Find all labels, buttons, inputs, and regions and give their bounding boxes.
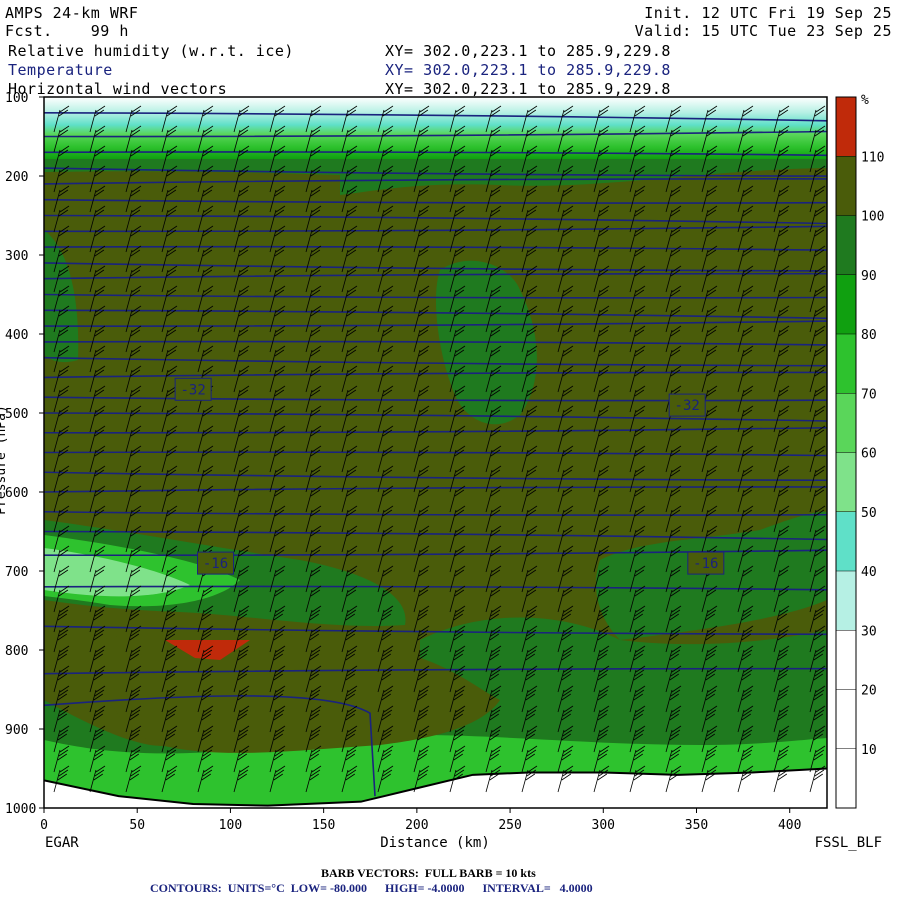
contour-label: -16	[203, 556, 228, 572]
left-station-label: EGAR	[45, 835, 79, 851]
colorbar-band	[836, 630, 856, 808]
x-axis-label: Distance (km)	[380, 835, 490, 851]
rh-top-band	[44, 97, 827, 159]
colorbar-band	[836, 511, 856, 571]
x-tick-label: 300	[592, 818, 615, 833]
y-axis-label-text: Pressure (hPa)	[0, 405, 9, 515]
y-tick-label: 800	[5, 644, 28, 659]
colorbar-tick-label: 110	[861, 150, 884, 165]
y-tick-label: 400	[5, 328, 28, 343]
cross-section-chart: -32-32-16 -16 100200300400500600700800900…	[0, 91, 884, 851]
rh-field: -32 -32 -16 -16	[44, 97, 827, 808]
colorbar-band	[836, 97, 856, 157]
colorbar-band	[836, 393, 856, 453]
colorbar-tick-label: 50	[861, 506, 877, 521]
colorbar-band	[836, 571, 856, 631]
x-tick-label: 100	[219, 818, 242, 833]
right-station-label: FSSL_BLF	[815, 835, 882, 851]
x-tick-label: 150	[312, 818, 335, 833]
x-tick-label: 200	[405, 818, 428, 833]
x-tick-label: 400	[778, 818, 801, 833]
x-axis-ticks: 0 50 100 150 200 250 300 350 400	[40, 808, 801, 833]
y-tick-label: 300	[5, 249, 28, 264]
colorbar-band	[836, 334, 856, 394]
y-tick-label: 100	[5, 91, 28, 106]
x-tick-label: 50	[129, 818, 145, 833]
colorbar-unit: %	[861, 93, 869, 108]
colorbar-tick-label: 20	[861, 684, 877, 699]
colorbar: 10 20 30 40 50 60 70 80 90 100 110	[835, 96, 884, 809]
x-tick-label: 350	[685, 818, 708, 833]
contour-label: -32	[180, 382, 205, 398]
colorbar-band	[836, 452, 856, 512]
colorbar-tick-label: 30	[861, 624, 877, 639]
colorbar-tick-label: 80	[861, 328, 877, 343]
colorbar-tick-label: 60	[861, 447, 877, 462]
x-tick-label: 0	[40, 818, 48, 833]
y-tick-label: 700	[5, 565, 28, 580]
barb-note: BARB VECTORS: FULL BARB = 10 kts	[321, 866, 536, 880]
y-axis-label: Pressure (hPa)	[0, 405, 9, 515]
contours-note: CONTOURS: UNITS=°C LOW= -80.000 HIGH= -4…	[150, 881, 593, 895]
colorbar-tick-label: 70	[861, 387, 877, 402]
y-tick-label: 900	[5, 723, 28, 738]
y-tick-label: 200	[5, 170, 28, 185]
x-tick-label: 250	[498, 818, 521, 833]
contour-label: -32	[675, 398, 700, 414]
colorbar-band	[836, 215, 856, 275]
colorbar-band	[836, 274, 856, 334]
colorbar-tick-label: 90	[861, 269, 877, 284]
colorbar-band	[836, 156, 856, 216]
colorbar-tick-label: 10	[861, 743, 877, 758]
colorbar-tick-label: 100	[861, 210, 884, 225]
colorbar-tick-label: 40	[861, 565, 877, 580]
contour-label: -16	[693, 556, 718, 572]
y-tick-label: 1000	[5, 802, 36, 817]
y-axis-ticks: 1002003004005006007008009001000	[5, 91, 44, 817]
